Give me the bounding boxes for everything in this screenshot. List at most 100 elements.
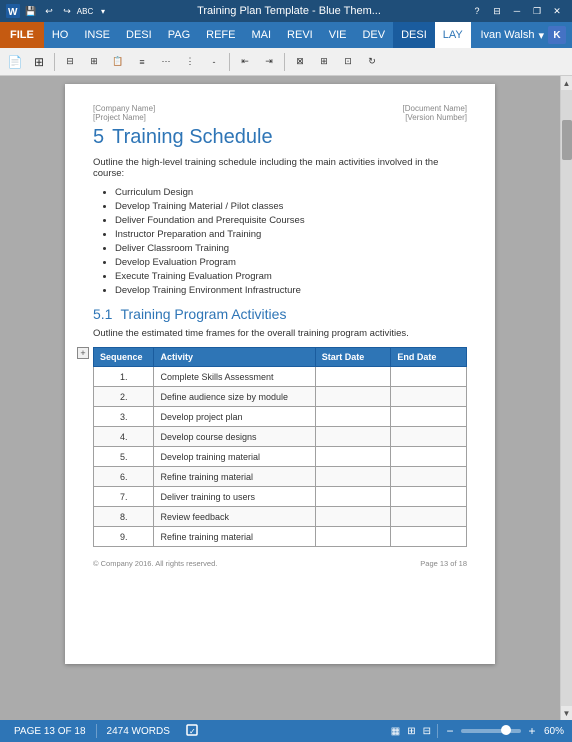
help-button[interactable]: ? xyxy=(468,4,486,18)
columns-btn[interactable]: ≡ xyxy=(131,51,153,73)
section-5-intro: Outline the high-level training schedule… xyxy=(93,157,467,179)
orientation-btn[interactable]: ⊞ xyxy=(83,51,105,73)
tab-view[interactable]: VIE xyxy=(321,22,355,48)
toolbar: 📄 ⊞ ⊟ ⊞ 📋 ≡ ⋯ ⋮ - ⇤ ⇥ ⊠ ⊞ ⊡ ↻ xyxy=(0,48,572,76)
ribbon-toggle[interactable]: ⊟ xyxy=(488,4,506,18)
activity-cell: Refine training material xyxy=(154,527,315,547)
table-row: 9. Refine training material xyxy=(94,527,467,547)
zoom-percent[interactable]: 60% xyxy=(544,726,564,737)
save-icon[interactable]: 💾 xyxy=(24,4,38,18)
list-item: Develop Training Environment Infrastruct… xyxy=(115,285,467,296)
scroll-up[interactable]: ▲ xyxy=(561,76,572,90)
list-item: Develop Training Material / Pilot classe… xyxy=(115,201,467,212)
scroll-down[interactable]: ▼ xyxy=(561,706,572,720)
word-count[interactable]: 2474 WORDS xyxy=(101,726,176,737)
seq-cell: 9. xyxy=(94,527,154,547)
end-date-cell xyxy=(391,447,467,467)
read-view-icon[interactable]: ⊟ xyxy=(421,726,433,737)
proofing-icon[interactable]: ✓ xyxy=(180,723,208,740)
minimize-button[interactable]: ─ xyxy=(508,4,526,18)
zoom-track[interactable] xyxy=(461,729,521,733)
start-date-cell xyxy=(315,427,391,447)
title-controls[interactable]: ? ⊟ ─ ❐ ✕ xyxy=(468,4,566,18)
table-row: 2. Define audience size by module xyxy=(94,387,467,407)
page-count[interactable]: PAGE 13 OF 18 xyxy=(8,726,92,737)
user-avatar[interactable]: K xyxy=(548,26,566,44)
undo-arrow-icon[interactable]: ↪ xyxy=(60,4,74,18)
spelling-icon[interactable]: ABC xyxy=(78,4,92,18)
end-date-cell xyxy=(391,507,467,527)
scrollbar[interactable]: ▲ ▼ xyxy=(560,76,572,720)
toolbar-btn-2[interactable]: ⊞ xyxy=(28,51,50,73)
activity-cell: Refine training material xyxy=(154,467,315,487)
undo-icon[interactable]: ↩ xyxy=(42,4,56,18)
table-row: 1. Complete Skills Assessment xyxy=(94,367,467,387)
toolbar-btn-1[interactable]: 📄 xyxy=(4,51,26,73)
seq-cell: 2. xyxy=(94,387,154,407)
tab-review[interactable]: REVI xyxy=(279,22,321,48)
scroll-track[interactable] xyxy=(561,90,572,706)
arrange-btn[interactable]: ⊠ xyxy=(289,51,311,73)
seq-cell: 8. xyxy=(94,507,154,527)
document-container[interactable]: [Company Name] [Project Name] [Document … xyxy=(0,76,560,720)
seq-cell: 3. xyxy=(94,407,154,427)
tab-mailings[interactable]: MAI xyxy=(243,22,279,48)
indent-right-btn[interactable]: ⇥ xyxy=(258,51,280,73)
tab-developer[interactable]: DEV xyxy=(354,22,393,48)
activity-cell: Deliver training to users xyxy=(154,487,315,507)
zoom-out-btn[interactable]: − xyxy=(442,724,458,738)
add-row-button[interactable]: + xyxy=(77,347,89,359)
section-5-heading: 5 Training Schedule xyxy=(93,126,467,149)
tab-file[interactable]: FILE xyxy=(0,22,44,48)
print-view-icon[interactable]: ▦ xyxy=(389,726,402,737)
zoom-thumb[interactable] xyxy=(501,725,511,735)
tab-page[interactable]: PAG xyxy=(160,22,198,48)
svg-text:✓: ✓ xyxy=(189,727,196,736)
table-row: 5. Develop training material xyxy=(94,447,467,467)
start-date-cell xyxy=(315,507,391,527)
restore-button[interactable]: ❐ xyxy=(528,4,546,18)
hyphen-btn[interactable]: - xyxy=(203,51,225,73)
web-view-icon[interactable]: ⊞ xyxy=(405,726,417,737)
list-item: Curriculum Design xyxy=(115,187,467,198)
end-date-cell xyxy=(391,387,467,407)
activity-cell: Review feedback xyxy=(154,507,315,527)
activity-table: Sequence Activity Start Date End Date 1.… xyxy=(93,347,467,547)
table-row: 6. Refine training material xyxy=(94,467,467,487)
seq-cell: 1. xyxy=(94,367,154,387)
col-activity: Activity xyxy=(154,348,315,367)
seq-cell: 7. xyxy=(94,487,154,507)
breaks-btn[interactable]: ⋯ xyxy=(155,51,177,73)
list-item: Develop Evaluation Program xyxy=(115,257,467,268)
margins-btn[interactable]: ⊟ xyxy=(59,51,81,73)
align-btn[interactable]: ⊞ xyxy=(313,51,335,73)
tab-layout[interactable]: LAY xyxy=(435,22,471,48)
status-bar: PAGE 13 OF 18 2474 WORDS ✓ ▦ ⊞ ⊟ − + 60% xyxy=(0,720,572,742)
tab-design2[interactable]: DESI xyxy=(393,22,435,48)
tab-insert[interactable]: INSE xyxy=(76,22,118,48)
zoom-in-btn[interactable]: + xyxy=(524,724,540,738)
list-item: Execute Training Evaluation Program xyxy=(115,271,467,282)
tab-design[interactable]: DESI xyxy=(118,22,160,48)
start-date-cell xyxy=(315,387,391,407)
close-button[interactable]: ✕ xyxy=(548,4,566,18)
start-date-cell xyxy=(315,487,391,507)
col-end-date: End Date xyxy=(391,348,467,367)
status-right: ▦ ⊞ ⊟ − + 60% xyxy=(389,724,564,738)
indent-left-btn[interactable]: ⇤ xyxy=(234,51,256,73)
rotate-btn[interactable]: ↻ xyxy=(361,51,383,73)
size-btn[interactable]: 📋 xyxy=(107,51,129,73)
tab-home[interactable]: HO xyxy=(44,22,77,48)
group-btn[interactable]: ⊡ xyxy=(337,51,359,73)
section-5-title: Training Schedule xyxy=(112,126,272,149)
section-51-intro: Outline the estimated time frames for th… xyxy=(93,328,467,339)
customize-icon[interactable]: ▾ xyxy=(96,4,110,18)
scroll-thumb[interactable] xyxy=(562,120,572,160)
section-51-number: 5.1 xyxy=(93,306,112,322)
seq-cell: 5. xyxy=(94,447,154,467)
section-5-number: 5 xyxy=(93,126,104,149)
view-icons: ▦ ⊞ ⊟ xyxy=(389,726,433,737)
end-date-cell xyxy=(391,467,467,487)
tab-references[interactable]: REFE xyxy=(198,22,243,48)
lineno-btn[interactable]: ⋮ xyxy=(179,51,201,73)
